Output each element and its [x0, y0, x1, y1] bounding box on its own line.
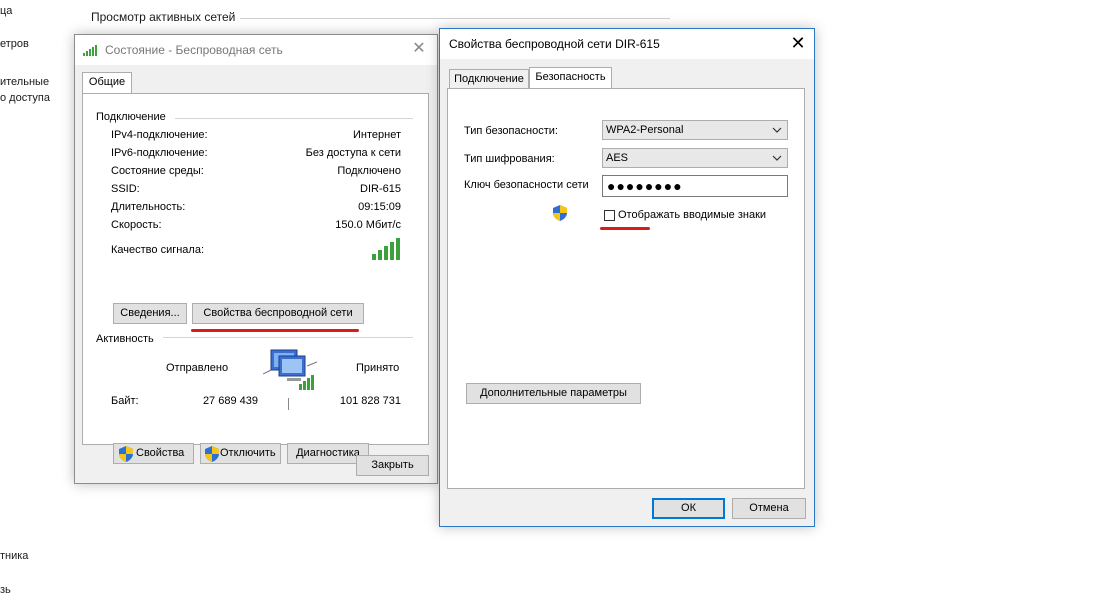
row-value: Интернет: [353, 129, 401, 141]
bytes-sent-value: 27 689 439: [202, 395, 258, 407]
encryption-type-label: Тип шифрования:: [464, 153, 555, 165]
signal-bars-icon: [372, 238, 400, 260]
close-button[interactable]: Закрыть: [356, 455, 429, 476]
props-window-title: Свойства беспроводной сети DIR-615: [449, 37, 660, 51]
show-characters-label[interactable]: Отображать вводимые знаки: [618, 209, 766, 221]
chevron-down-icon: [772, 155, 782, 161]
security-key-label: Ключ безопасности сети: [464, 179, 589, 191]
sent-label: Отправлено: [166, 362, 229, 374]
title-divider: [240, 18, 670, 19]
properties-button[interactable]: Свойства: [113, 443, 194, 464]
connection-header: Подключение: [96, 111, 166, 123]
bg-fragment[interactable]: тника: [0, 550, 28, 562]
close-icon[interactable]: ✕: [409, 39, 429, 59]
row-value: 09:15:09: [358, 201, 401, 213]
received-label: Принято: [356, 362, 400, 374]
cancel-button[interactable]: Отмена: [732, 498, 806, 519]
security-key-input[interactable]: ●●●●●●●●: [602, 175, 788, 197]
ok-button[interactable]: ОК: [652, 498, 725, 519]
bg-fragment[interactable]: зь: [0, 584, 11, 596]
network-computers-icon: [263, 349, 317, 390]
row-value: Без доступа к сети: [305, 147, 401, 159]
status-titlebar[interactable]: Состояние - Беспроводная сеть ✕: [75, 35, 437, 65]
bg-fragment[interactable]: ца: [0, 5, 12, 17]
security-type-label: Тип безопасности:: [464, 125, 558, 137]
activity-header: Активность: [96, 333, 154, 345]
encryption-type-select[interactable]: AES: [602, 148, 788, 168]
bytes-received-value: 101 828 731: [339, 395, 401, 407]
tab-security[interactable]: Безопасность: [529, 67, 612, 89]
active-networks-title: Просмотр активных сетей: [91, 10, 236, 24]
bytes-label: Байт:: [111, 395, 139, 407]
uac-shield-icon: [553, 205, 567, 221]
wireless-properties-button[interactable]: Свойства беспроводной сети: [192, 303, 364, 324]
security-type-value: WPA2-Personal: [606, 124, 684, 136]
wifi-signal-icon: [83, 45, 97, 56]
row-value: DIR-615: [360, 183, 401, 195]
activity-divider: [288, 398, 289, 410]
uac-shield-icon: [205, 446, 219, 462]
bg-fragment[interactable]: етров: [0, 38, 29, 50]
general-panel: Подключение IPv4-подключение: Интернет I…: [82, 93, 429, 464]
props-titlebar[interactable]: Свойства беспроводной сети DIR-615 ✕: [440, 29, 814, 59]
row-label: Длительность:: [111, 201, 186, 213]
row-label: Скорость:: [111, 219, 162, 231]
disconnect-button[interactable]: Отключить: [200, 443, 281, 464]
tab-general[interactable]: Общие: [82, 72, 132, 94]
disconnect-button-label: Отключить: [220, 447, 276, 459]
bg-fragment[interactable]: о доступа: [0, 92, 50, 104]
status-window-title: Состояние - Беспроводная сеть: [105, 43, 283, 57]
security-type-select[interactable]: WPA2-Personal: [602, 120, 788, 140]
row-label: Состояние среды:: [111, 165, 204, 177]
details-button[interactable]: Сведения...: [113, 303, 187, 324]
properties-button-label: Свойства: [136, 447, 185, 459]
bg-fragment[interactable]: ительные: [0, 76, 49, 88]
wireless-properties-window: Свойства беспроводной сети DIR-615 ✕ Под…: [439, 28, 815, 527]
row-label: IPv6-подключение:: [111, 147, 208, 159]
row-value: Подключено: [337, 165, 401, 177]
row-value: 150.0 Мбит/с: [335, 219, 401, 231]
row-label: SSID:: [111, 183, 140, 195]
section-divider: [163, 337, 413, 338]
advanced-settings-button[interactable]: Дополнительные параметры: [466, 383, 641, 404]
close-icon[interactable]: ✕: [788, 33, 808, 53]
section-divider: [175, 118, 413, 119]
security-panel: Тип безопасности: WPA2-Personal Тип шифр…: [447, 88, 805, 489]
uac-shield-icon: [119, 446, 133, 462]
chevron-down-icon: [772, 127, 782, 133]
encryption-type-value: AES: [606, 152, 629, 164]
highlight-underline: [600, 227, 650, 230]
tab-connection[interactable]: Подключение: [449, 69, 529, 89]
show-characters-checkbox[interactable]: [604, 210, 615, 221]
signal-label: Качество сигнала:: [111, 244, 205, 256]
status-window: Состояние - Беспроводная сеть ✕ Общие По…: [74, 34, 438, 484]
highlight-underline: [191, 329, 359, 332]
row-label: IPv4-подключение:: [111, 129, 208, 141]
